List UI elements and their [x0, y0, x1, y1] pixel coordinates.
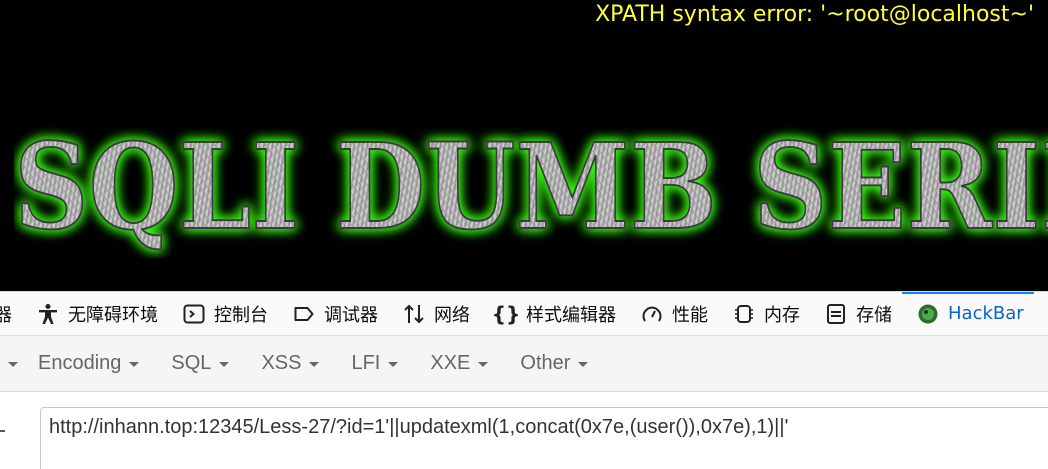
- debugger-icon: [292, 302, 316, 326]
- chevron-down-icon: [219, 362, 230, 367]
- tab-label: HackBar: [948, 303, 1024, 324]
- menu-xxe[interactable]: XXE: [412, 336, 502, 391]
- url-input[interactable]: http://inhann.top:12345/Less-27/?id=1'||…: [40, 407, 1048, 469]
- chevron-down-icon: [129, 362, 140, 367]
- tab-accessibility[interactable]: 无障碍环境: [22, 292, 168, 335]
- memory-icon: [732, 302, 756, 326]
- menu-label: Encoding: [38, 352, 122, 374]
- tab-label: 样式编辑器: [526, 304, 616, 326]
- tab-storage[interactable]: 存储: [810, 292, 902, 335]
- menu-label: Other: [520, 352, 571, 374]
- hackbar-menu: Encoding SQL XSS LFI XXE Other: [0, 336, 1048, 392]
- chevron-down-icon: [478, 362, 489, 367]
- menu-label: LFI: [351, 352, 381, 374]
- menu-label: SQL: [171, 352, 212, 374]
- menu-sql[interactable]: SQL: [153, 336, 243, 391]
- tab-debugger[interactable]: 调试器: [278, 292, 388, 335]
- divider: [0, 430, 5, 432]
- sqli-dumb-banner: SQLI DUMB SERIES: [14, 118, 1048, 258]
- tab-performance[interactable]: 性能: [626, 292, 718, 335]
- menu-lfi[interactable]: LFI: [333, 336, 412, 391]
- menu-label: XSS: [261, 352, 302, 374]
- tab-label: 存储: [856, 304, 892, 326]
- hackbar-icon: [916, 302, 940, 326]
- tab-label: 网络: [434, 304, 470, 326]
- url-section: http://inhann.top:12345/Less-27/?id=1'||…: [0, 392, 1048, 469]
- tab-label: 控制台: [214, 304, 268, 326]
- chevron-down-icon: [309, 362, 320, 367]
- storage-icon: [824, 302, 848, 326]
- page-content: XPATH syntax error: '~root@localhost~' S…: [0, 0, 1048, 291]
- menu-xss[interactable]: XSS: [243, 336, 333, 391]
- tab-style-editor[interactable]: {} 样式编辑器: [480, 292, 626, 335]
- menu-other[interactable]: Other: [502, 336, 602, 391]
- devtools-toolbar: 器 无障碍环境 控制台 调试器 网络 {} 样式编辑器 性能: [0, 291, 1048, 336]
- performance-icon: [640, 302, 664, 326]
- chevron-down-icon: [578, 362, 589, 367]
- banner-text: SQLI DUMB SERIES: [14, 118, 1048, 256]
- chevron-down-icon: [388, 362, 399, 367]
- tab-inspector-partial[interactable]: 器: [0, 292, 22, 335]
- tab-label: 内存: [764, 304, 800, 326]
- xpath-error-message: XPATH syntax error: '~root@localhost~': [595, 2, 1034, 27]
- style-editor-icon: {}: [491, 301, 521, 326]
- menu-label: XXE: [430, 352, 471, 374]
- menu-encoding[interactable]: Encoding: [20, 336, 153, 391]
- tab-console[interactable]: 控制台: [168, 292, 278, 335]
- menu-item-partial[interactable]: [0, 336, 20, 391]
- accessibility-icon: [36, 302, 60, 326]
- tab-label: 无障碍环境: [68, 304, 158, 326]
- tab-network[interactable]: 网络: [388, 292, 480, 335]
- tab-label: 调试器: [324, 304, 378, 326]
- network-icon: [402, 302, 426, 326]
- tab-label: 性能: [672, 304, 708, 326]
- tab-memory[interactable]: 内存: [718, 292, 810, 335]
- console-icon: [182, 302, 206, 326]
- tab-label: 器: [0, 301, 12, 327]
- tab-hackbar[interactable]: HackBar: [902, 292, 1034, 335]
